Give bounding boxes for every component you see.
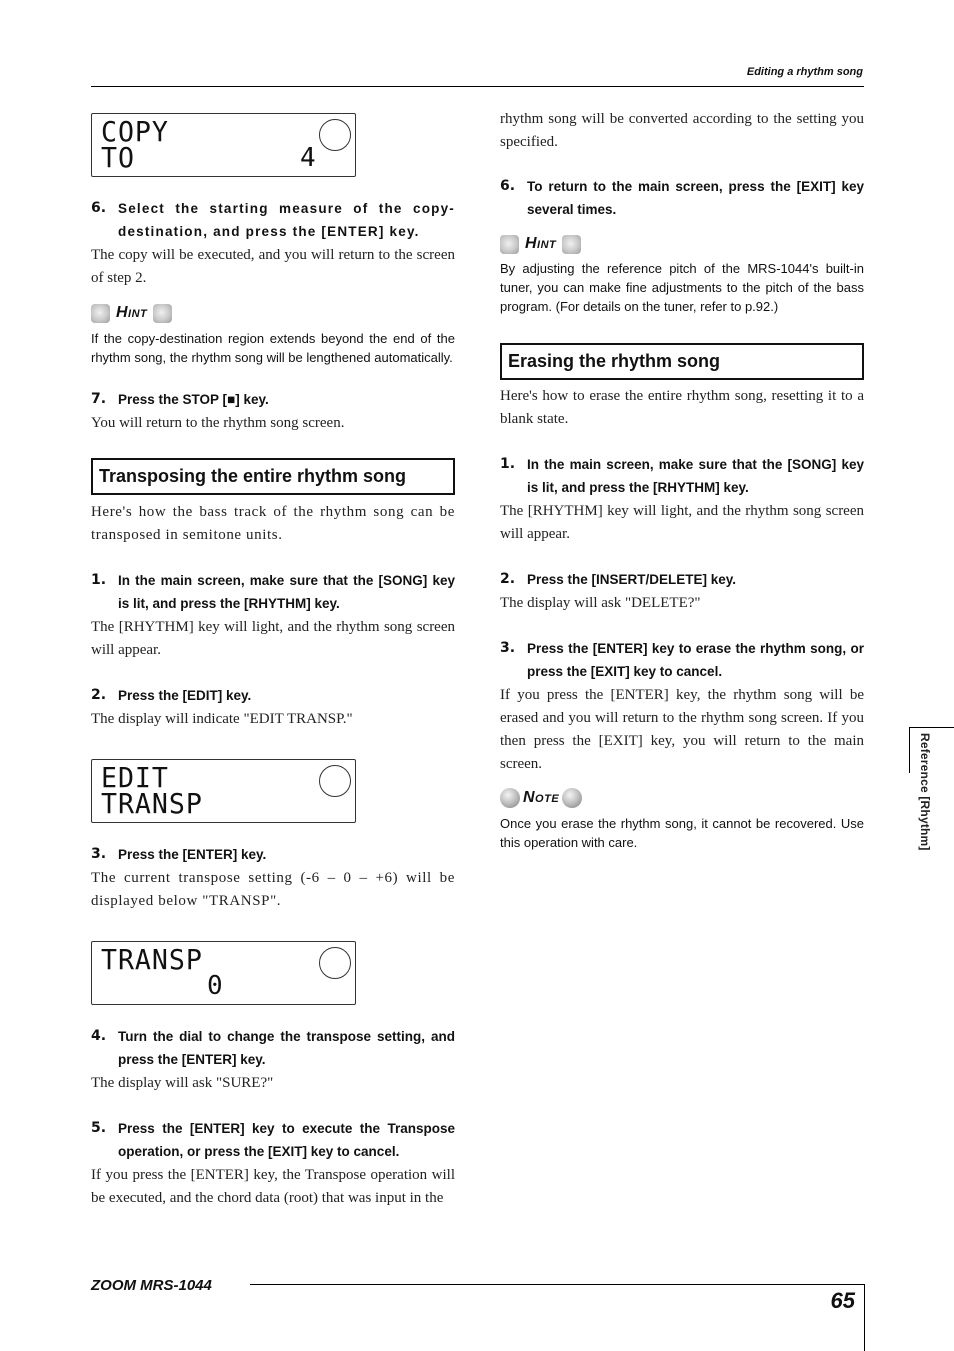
page-number: 65: [830, 1288, 855, 1313]
left-column: COPY TO 4 6. Select the starting measure…: [91, 113, 455, 1210]
transpose-step-3-body: The current transpose setting (-6 – 0 – …: [91, 870, 455, 909]
note-text: Once you erase the rhythm song, it canno…: [500, 816, 864, 850]
hint-text: By adjusting the reference pitch of the …: [500, 261, 864, 314]
step-number: 6.: [500, 178, 516, 194]
transpose-step-2: 2. Press the [EDIT] key.: [91, 684, 455, 707]
step-text: Press the [ENTER] key to execute the Tra…: [118, 1121, 455, 1159]
step-number: 1.: [500, 456, 516, 472]
section-heading-transpose: Transposing the entire rhythm song: [91, 458, 455, 495]
hint-label: Hint: [116, 304, 148, 321]
note-ball-icon: [562, 788, 583, 808]
erase-step-3: 3. Press the [ENTER] key to erase the rh…: [500, 637, 864, 683]
step-6-body: The copy will be executed, and you will …: [91, 247, 455, 286]
hint-box-icon: [153, 303, 173, 323]
step-text: In the main screen, make sure that the […: [527, 457, 864, 495]
step-number: 6.: [91, 200, 107, 216]
section-heading-erase: Erasing the rhythm song: [500, 343, 864, 380]
transpose-step-4: 4. Turn the dial to change the transpose…: [91, 1025, 455, 1071]
lcd-display-transp-value: TRANSP 0: [91, 941, 356, 1005]
transpose-step-1-body: The [RHYTHM] key will light, and the rhy…: [91, 619, 455, 658]
step-text: Select the starting measure of the copy-…: [118, 201, 455, 239]
step-number: 5.: [91, 1120, 107, 1136]
header-rule: [91, 86, 864, 87]
erase-step-3-body: If you press the [ENTER] key, the rhythm…: [500, 687, 864, 772]
note-label: Note: [523, 789, 560, 806]
footer-vrule: [864, 1284, 865, 1351]
erase-step-1-body: The [RHYTHM] key will light, and the rhy…: [500, 503, 864, 542]
footer-rule: [250, 1284, 864, 1285]
transpose-step-1: 1. In the main screen, make sure that th…: [91, 569, 455, 615]
lcd-line-1: TRANSP: [101, 943, 203, 976]
side-tab-rule: [909, 727, 954, 728]
step-text: Press the STOP [■] key.: [118, 392, 269, 407]
dial-indicator-icon: [319, 947, 351, 979]
continued-body: rhythm song will be converted according …: [500, 111, 864, 150]
step-text: In the main screen, make sure that the […: [118, 573, 455, 611]
lcd-value: 0: [207, 971, 223, 1001]
note-tag: Note: [500, 787, 864, 809]
transpose-step-2-body: The display will indicate "EDIT TRANSP.": [91, 711, 353, 727]
step-text: Press the [INSERT/DELETE] key.: [527, 572, 737, 587]
lcd-display-edit-transp: EDIT TRANSP: [91, 759, 356, 823]
erase-step-1: 1. In the main screen, make sure that th…: [500, 453, 864, 499]
step-text: Press the [ENTER] key to erase the rhyth…: [527, 641, 864, 679]
step-number: 4.: [91, 1028, 107, 1044]
lcd-line-2: TRANSP: [101, 787, 203, 820]
side-tab-vrule: [909, 727, 910, 773]
step-text: Turn the dial to change the transpose se…: [118, 1029, 455, 1067]
transpose-step-3: 3. Press the [ENTER] key.: [91, 843, 455, 866]
note-ball-icon: [500, 788, 520, 808]
step-number: 7.: [91, 391, 107, 407]
step-number: 3.: [500, 640, 516, 656]
hint-box-icon: [91, 303, 110, 323]
section-intro: Here's how to erase the entire rhythm so…: [500, 388, 864, 427]
section-intro: Here's how the bass track of the rhythm …: [91, 504, 455, 543]
step-number: 2.: [91, 687, 107, 703]
hint-label: Hint: [525, 235, 557, 252]
hint-box-icon: [500, 234, 519, 254]
step-6-right: 6. To return to the main screen, press t…: [500, 175, 864, 221]
transpose-step-5-body: If you press the [ENTER] key, the Transp…: [91, 1167, 455, 1206]
transpose-step-5: 5. Press the [ENTER] key to execute the …: [91, 1117, 455, 1163]
step-6: 6. Select the starting measure of the co…: [91, 197, 455, 243]
hint-tag: Hint: [500, 233, 864, 255]
step-number: 1.: [91, 572, 107, 588]
erase-step-2-body: The display will ask "DELETE?": [500, 595, 701, 611]
lcd-display-copy-to: COPY TO 4: [91, 113, 356, 177]
step-number: 2.: [500, 571, 516, 587]
side-tab-label: Reference [Rhythm]: [918, 733, 932, 851]
step-text: Press the [ENTER] key.: [118, 847, 267, 862]
footer-brand: ZOOM MRS-1044: [91, 1277, 212, 1294]
step-text: To return to the main screen, press the …: [527, 179, 864, 217]
step-7: 7. Press the STOP [■] key.: [91, 388, 455, 411]
step-7-body: You will return to the rhythm song scree…: [91, 415, 345, 431]
erase-step-2: 2. Press the [INSERT/DELETE] key.: [500, 568, 864, 591]
hint-tag: Hint: [91, 302, 455, 324]
header-title: Editing a rhythm song: [746, 66, 863, 78]
lcd-value: 4: [300, 143, 316, 173]
step-text: Press the [EDIT] key.: [118, 688, 252, 703]
step-number: 3.: [91, 846, 107, 862]
dial-indicator-icon: [319, 765, 351, 797]
transpose-step-4-body: The display will ask "SURE?": [91, 1075, 274, 1091]
dial-indicator-icon: [319, 119, 351, 151]
lcd-line-2: TO: [101, 141, 135, 174]
right-column: rhythm song will be converted according …: [500, 108, 864, 852]
hint-box-icon: [562, 234, 582, 254]
hint-text: If the copy-destination region extends b…: [91, 331, 455, 365]
